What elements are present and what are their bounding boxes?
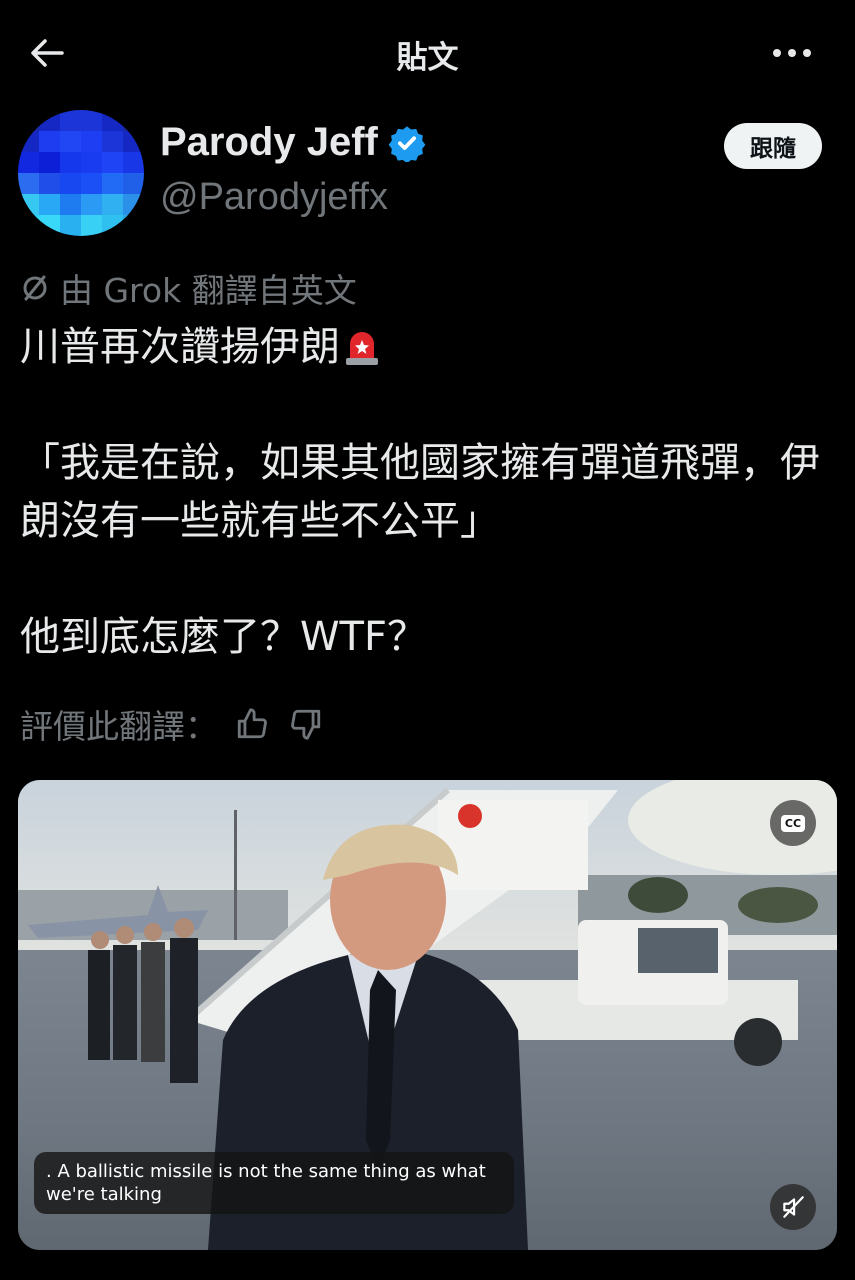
muted-speaker-icon: [783, 1196, 804, 1218]
translate-slash-icon: [23, 275, 47, 301]
siren-emoji-icon: [344, 324, 380, 365]
post-text: 川普再次讚揚伊朗 「我是在說，如果其他國家擁有彈道飛彈，伊朗沒有一些就有些不公平…: [20, 318, 835, 666]
mute-toggle-button[interactable]: [770, 1184, 816, 1230]
thumbs-up-button[interactable]: [232, 704, 272, 744]
page-title: 貼文: [396, 40, 459, 76]
post-line-1: 川普再次讚揚伊朗: [20, 324, 340, 370]
thumbs-up-icon: [237, 708, 267, 739]
more-horizontal-icon: [773, 49, 811, 57]
closed-captions-button[interactable]: CC: [770, 800, 816, 846]
rate-translation: 評價此翻譯：: [20, 700, 326, 748]
author-name-row[interactable]: Parody Jeff: [160, 120, 426, 165]
thumbs-down-icon: [291, 709, 321, 740]
video-caption: . A ballistic missile is not the same th…: [34, 1152, 514, 1214]
follow-button[interactable]: 跟隨: [724, 123, 822, 169]
more-options-button[interactable]: [762, 30, 822, 76]
rate-label: 評價此翻譯：: [20, 707, 218, 746]
thumbs-down-button[interactable]: [286, 704, 326, 744]
display-name[interactable]: Parody Jeff: [160, 120, 378, 165]
avatar[interactable]: [18, 110, 144, 236]
translation-note-text: 由 Grok 翻譯自英文: [60, 271, 357, 310]
post-line-2: 「我是在說，如果其他國家擁有彈道飛彈，伊朗沒有一些就有些不公平」: [20, 440, 820, 544]
verified-badge-icon: [388, 125, 426, 162]
video-player[interactable]: CC . A ballistic missile is not the same…: [18, 780, 837, 1250]
cc-icon: CC: [780, 814, 806, 832]
handle[interactable]: @Parodyjeffx: [160, 176, 388, 219]
post-line-3: 他到底怎麼了？WTF？: [20, 614, 427, 660]
translation-note: 由 Grok 翻譯自英文: [20, 264, 357, 312]
avatar-image: [18, 110, 144, 236]
